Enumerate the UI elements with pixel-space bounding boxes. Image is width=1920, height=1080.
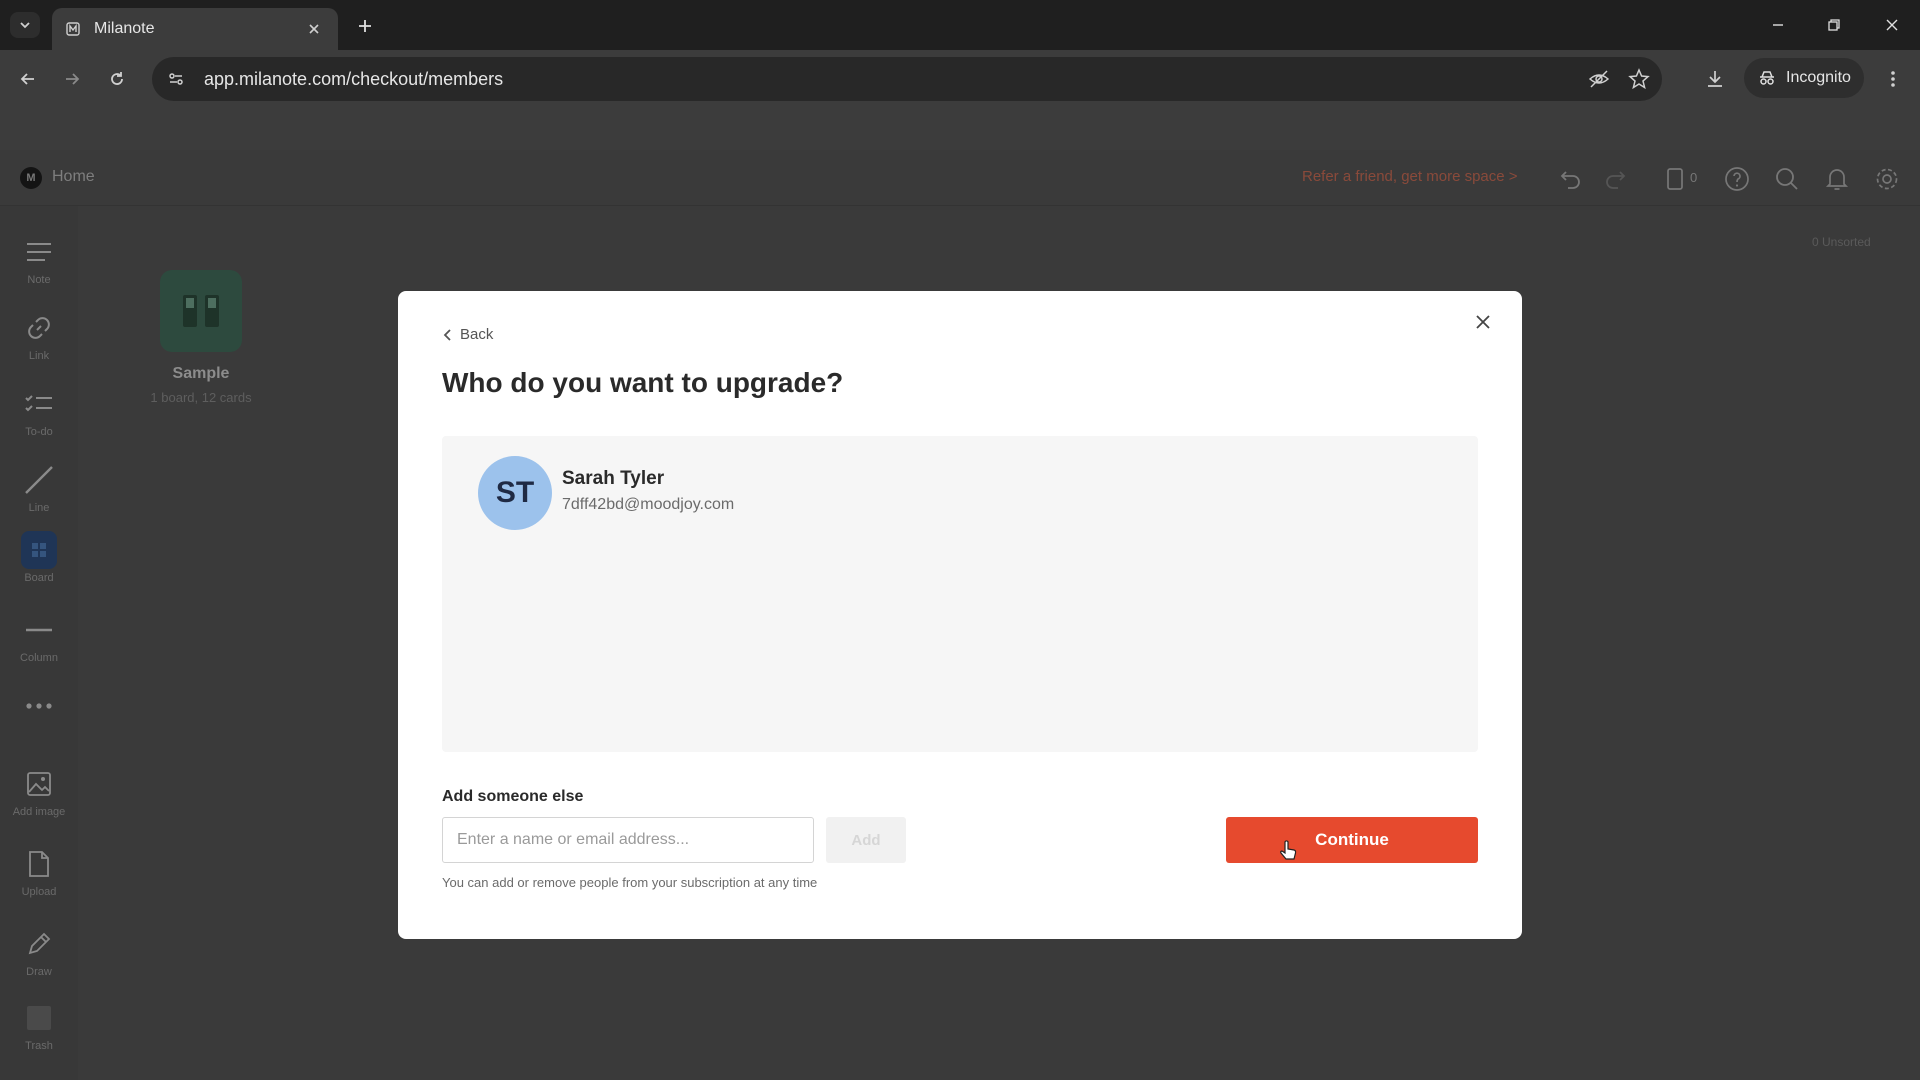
upload-icon [21,846,57,882]
browser-toolbar: app.milanote.com/checkout/members Incogn… [0,50,1920,106]
site-settings-icon[interactable] [158,61,194,97]
link-icon [21,310,57,346]
undo-icon[interactable] [1556,164,1586,194]
subscription-hint: You can add or remove people from your s… [442,875,818,890]
board-icon [21,531,57,569]
redo-icon[interactable] [1600,164,1630,194]
sample-board-meta: 1 board, 12 cards [150,390,252,405]
member-name: Sarah Tyler [562,468,665,489]
continue-button[interactable]: Continue [1226,817,1478,863]
close-icon[interactable] [1470,309,1496,335]
line-icon [21,462,57,498]
tool-draw[interactable]: Draw [0,926,78,978]
download-icon[interactable] [1700,64,1730,94]
incognito-label: Incognito [1786,69,1851,86]
board-columns-icon [183,295,219,327]
add-member-input[interactable] [442,817,814,863]
back-arrow-icon[interactable] [13,64,43,94]
tool-label: Draw [26,966,52,978]
add-someone-label: Add someone else [442,788,584,805]
app-header: M Home Refer a friend, get more space > … [0,150,1920,206]
modal-title: Who do you want to upgrade? [442,367,844,398]
address-bar[interactable]: app.milanote.com/checkout/members [152,57,1662,101]
incognito-badge[interactable]: Incognito [1744,58,1864,98]
milanote-logo-icon[interactable]: M [20,167,42,189]
tool-link[interactable]: Link [0,310,78,362]
tool-label: Link [28,350,50,362]
tool-label: Trash [25,1040,53,1052]
column-icon [21,612,57,648]
chevron-down-icon [20,22,30,29]
unsorted-label[interactable]: 0 Unsorted [1812,235,1871,249]
page-top-area [0,106,1920,150]
note-icon [21,234,57,270]
sample-board-title[interactable]: Sample [120,365,282,383]
tool-todo[interactable]: To-do [0,386,78,438]
tool-add-image[interactable]: Add image [0,766,78,818]
browser-tab[interactable]: Milanote [52,8,338,50]
more-icon [21,688,57,724]
restore-icon[interactable] [1814,10,1854,40]
search-icon[interactable] [1772,164,1802,194]
window-close-icon[interactable] [1872,10,1912,40]
member-email: 7dff42bd@moodjoy.com [562,496,735,513]
chevron-left-icon [443,328,451,341]
hand-cursor-icon [1280,840,1297,860]
url-text[interactable]: app.milanote.com/checkout/members [204,69,1582,90]
forward-arrow-icon[interactable] [57,64,87,94]
device-icon[interactable] [1660,164,1690,194]
browser-tab-bar: Milanote [0,0,1920,50]
tool-label: Line [28,502,50,514]
tool-label: Column [20,652,58,664]
tab-title: Milanote [94,20,155,37]
pen-icon [21,926,57,962]
members-list: ST Sarah Tyler 7dff42bd@moodjoy.com [442,436,1478,752]
tool-label: To-do [25,426,53,438]
tool-label: Board [24,572,54,584]
home-link[interactable]: Home [52,168,95,186]
tool-more[interactable] [0,688,78,724]
reload-icon[interactable] [102,64,132,94]
tool-label: Upload [21,886,57,898]
bell-icon[interactable] [1822,164,1852,194]
help-icon[interactable] [1722,164,1752,194]
tool-trash[interactable]: Trash [0,1000,78,1052]
avatar: ST [478,456,552,530]
tracking-protection-icon[interactable] [1582,62,1616,96]
tool-upload[interactable]: Upload [0,846,78,898]
tool-column[interactable]: Column [0,612,78,664]
tool-board[interactable]: Board [0,531,78,584]
back-label: Back [460,326,494,343]
refer-friend-link[interactable]: Refer a friend, get more space > [1302,168,1518,185]
browser-menu-icon[interactable] [1878,64,1908,94]
tool-line[interactable]: Line [0,462,78,514]
minimize-icon[interactable] [1758,10,1798,40]
tool-label: Add image [12,806,66,818]
tab-close-icon[interactable] [304,19,324,39]
add-button[interactable]: Add [826,817,906,863]
back-button[interactable]: Back [442,326,493,343]
milanote-favicon-icon [66,22,80,36]
tab-search-button[interactable] [10,12,40,38]
new-tab-icon[interactable] [352,13,378,39]
upgrade-members-modal: Back Who do you want to upgrade? ST Sara… [398,291,1522,939]
tool-note[interactable]: Note [0,234,78,286]
tool-label: Note [27,274,51,286]
todo-icon [21,386,57,422]
gear-icon[interactable] [1872,164,1902,194]
device-count: 0 [1690,170,1698,185]
incognito-icon [1760,71,1774,85]
image-icon [21,766,57,802]
sample-board-card[interactable] [160,270,242,352]
tool-sidebar: Note Link To-do Line Board Column Add im… [0,206,78,1080]
trash-icon [21,1000,57,1036]
bookmark-star-icon[interactable] [1622,62,1656,96]
